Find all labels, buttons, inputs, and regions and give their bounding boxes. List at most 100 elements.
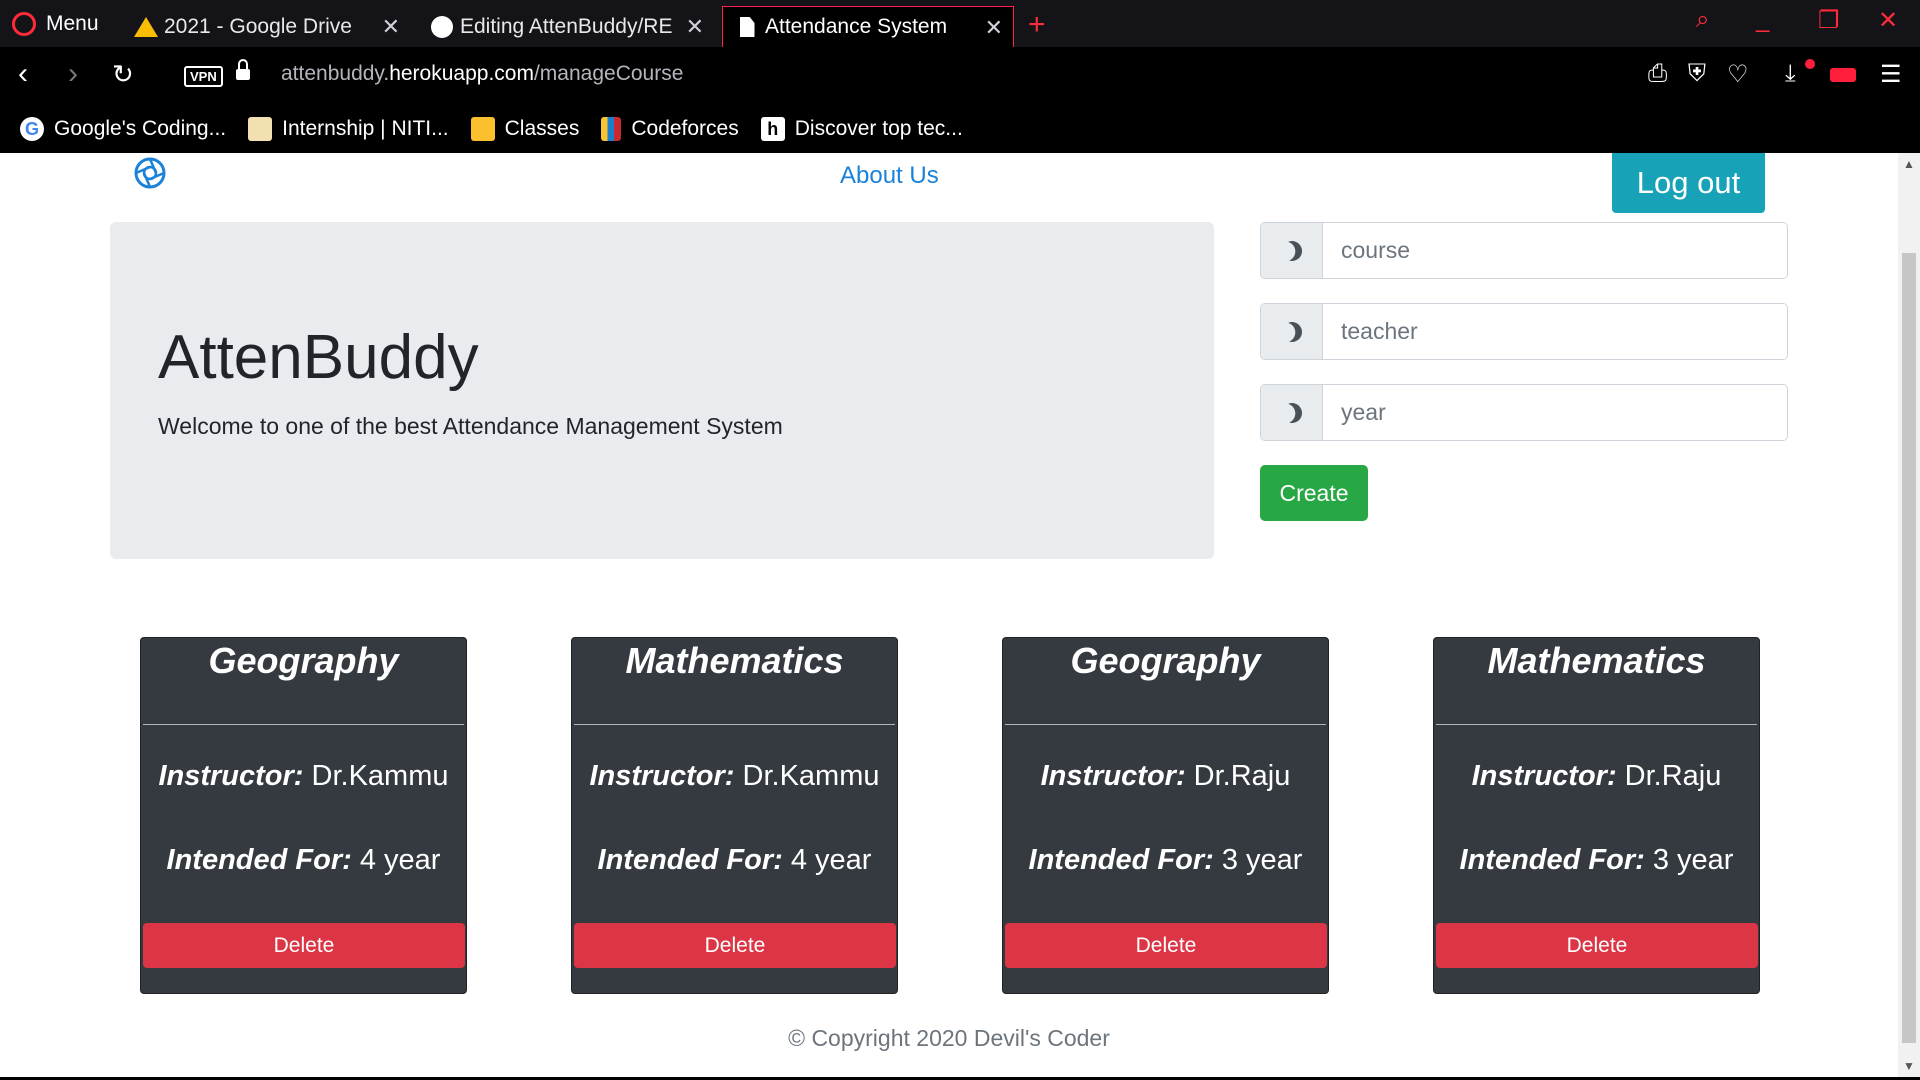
instructor-name: Dr.Raju <box>1624 760 1722 792</box>
forward-icon[interactable]: › <box>68 57 78 91</box>
instructor-line: Instructor: Dr.Raju <box>1434 760 1759 793</box>
create-button[interactable]: Create <box>1260 465 1368 521</box>
opera-menu-button[interactable]: Menu <box>12 10 99 38</box>
course-field <box>1260 222 1788 279</box>
menu-label: Menu <box>46 12 99 35</box>
intended-label: Intended For: <box>1028 844 1214 876</box>
scroll-down-icon[interactable]: ▼ <box>1903 1059 1915 1073</box>
year-prepend <box>1261 385 1323 440</box>
hero-jumbotron: AttenBuddy Welcome to one of the best At… <box>110 222 1214 559</box>
delete-button[interactable]: Delete <box>1005 923 1327 968</box>
card-divider <box>1005 724 1326 725</box>
close-tab-icon[interactable]: ✕ <box>985 15 1003 41</box>
year-field <box>1260 384 1788 441</box>
intended-line: Intended For: 3 year <box>1003 844 1328 877</box>
instructor-label: Instructor: <box>1040 760 1186 792</box>
site-logo-icon[interactable] <box>133 156 167 190</box>
bookmark-codeforces[interactable]: Codeforces <box>601 117 739 141</box>
tab-label: 2021 - Google Drive <box>164 14 352 38</box>
bookmark-internship-niti[interactable]: Internship | NITI... <box>248 117 449 141</box>
easy-setup-icon[interactable]: ☰ <box>1880 60 1902 89</box>
address-bar: ‹ › ↻ VPN attenbuddy.herokuapp.com/manag… <box>0 47 1920 105</box>
course-card: Geography Instructor: Dr.Kammu Intended … <box>140 637 467 994</box>
google-icon: G <box>20 117 44 141</box>
card-divider <box>574 724 895 725</box>
teacher-input[interactable] <box>1323 304 1787 359</box>
course-card: Geography Instructor: Dr.Raju Intended F… <box>1002 637 1329 994</box>
instructor-name: Dr.Kammu <box>742 760 880 792</box>
intended-label: Intended For: <box>166 844 352 876</box>
footer-copyright: © Copyright 2020 Devil's Coder <box>788 1025 1110 1051</box>
course-card: Mathematics Instructor: Dr.Kammu Intende… <box>571 637 898 994</box>
instructor-line: Instructor: Dr.Kammu <box>141 760 466 793</box>
close-window-icon[interactable]: ✕ <box>1878 6 1898 35</box>
moon-icon <box>1278 237 1305 264</box>
restore-icon[interactable]: ❐ <box>1818 6 1840 35</box>
instructor-label: Instructor: <box>589 760 735 792</box>
hero-subtitle: Welcome to one of the best Attendance Ma… <box>158 413 783 439</box>
scrollbar-thumb[interactable] <box>1902 253 1916 1043</box>
bookmark-heart-icon[interactable]: ♡ <box>1727 60 1749 89</box>
intended-year: 4 year <box>790 844 872 876</box>
snapshot-icon[interactable]: ⎙ <box>1648 60 1667 88</box>
battery-saver-icon[interactable] <box>1830 68 1856 82</box>
bookmark-label: Internship | NITI... <box>282 117 449 140</box>
card-divider <box>1436 724 1757 725</box>
card-divider <box>143 724 464 725</box>
page-title: AttenBuddy <box>158 323 479 392</box>
course-prepend <box>1261 223 1323 278</box>
opera-logo-icon <box>12 12 36 36</box>
log-out-button[interactable]: Log out <box>1612 153 1765 213</box>
instructor-label: Instructor: <box>1471 760 1617 792</box>
about-us-link[interactable]: About Us <box>840 162 939 190</box>
intended-line: Intended For: 4 year <box>572 844 897 877</box>
search-tabs-icon[interactable]: ⌕ <box>1696 6 1709 34</box>
url-path: /manageCourse <box>533 62 684 85</box>
year-input[interactable] <box>1323 385 1787 440</box>
course-input[interactable] <box>1323 223 1787 278</box>
course-name: Geography <box>208 640 399 681</box>
reload-icon[interactable]: ↻ <box>112 59 134 90</box>
url-field[interactable]: attenbuddy.herokuapp.com/manageCourse <box>281 62 683 86</box>
moon-icon <box>1278 318 1305 345</box>
delete-button[interactable]: Delete <box>143 923 465 968</box>
codeforces-icon <box>601 117 622 141</box>
vpn-badge[interactable]: VPN <box>184 66 223 87</box>
course-name: Mathematics <box>625 640 844 681</box>
intended-line: Intended For: 3 year <box>1434 844 1759 877</box>
close-tab-icon[interactable]: ✕ <box>382 14 400 40</box>
notification-dot <box>1805 59 1815 69</box>
teacher-field <box>1260 303 1788 360</box>
page-scrollbar[interactable]: ▲ ▼ <box>1898 153 1920 1077</box>
bookmark-label: Classes <box>504 117 580 140</box>
bookmark-discover[interactable]: h Discover top tec... <box>760 117 963 141</box>
adblock-shield-icon[interactable]: ⛨ <box>1688 60 1706 88</box>
scroll-up-icon[interactable]: ▲ <box>1903 157 1915 171</box>
tab-google-drive[interactable]: 2021 - Google Drive ✕ <box>122 6 410 47</box>
instructor-line: Instructor: Dr.Raju <box>1003 760 1328 793</box>
bookmark-google-coding[interactable]: G Google's Coding... <box>20 117 226 141</box>
lock-icon[interactable] <box>236 59 250 82</box>
bookmark-classes[interactable]: Classes <box>470 117 580 141</box>
delete-button[interactable]: Delete <box>574 923 896 968</box>
classroom-icon <box>470 117 495 141</box>
tab-github-editing[interactable]: Editing AttenBuddy/RE ✕ <box>418 6 714 47</box>
niti-icon <box>248 117 273 141</box>
intended-year: 4 year <box>359 844 441 876</box>
intended-year: 3 year <box>1652 844 1734 876</box>
bookmarks-bar: G Google's Coding... Internship | NITI..… <box>0 105 1920 153</box>
course-card: Mathematics Instructor: Dr.Raju Intended… <box>1433 637 1760 994</box>
minimize-icon[interactable]: _ <box>1756 6 1769 34</box>
instructor-name: Dr.Raju <box>1193 760 1291 792</box>
tab-attendance-system[interactable]: Attendance System ✕ <box>722 6 1014 47</box>
download-icon[interactable]: ⤓ <box>1785 60 1796 88</box>
new-tab-icon[interactable]: + <box>1028 8 1046 42</box>
intended-year: 3 year <box>1221 844 1303 876</box>
moon-icon <box>1278 399 1305 426</box>
github-icon <box>430 15 454 39</box>
url-prefix: attenbuddy. <box>281 62 390 85</box>
delete-button[interactable]: Delete <box>1436 923 1758 968</box>
back-icon[interactable]: ‹ <box>18 57 28 91</box>
tab-label: Attendance System <box>765 15 948 38</box>
close-tab-icon[interactable]: ✕ <box>686 14 704 40</box>
